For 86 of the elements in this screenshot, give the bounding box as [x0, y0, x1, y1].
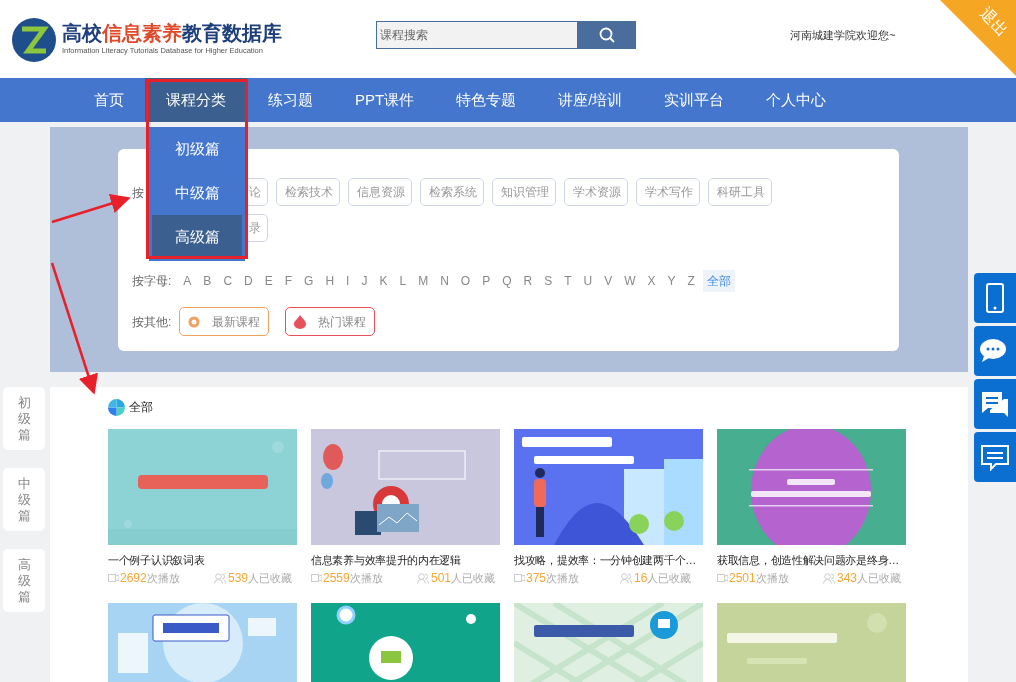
play-count: 2501次播放 [729, 571, 790, 585]
category-tag[interactable]: 知识管理 [492, 178, 556, 206]
filter-label: 按 [132, 186, 144, 200]
category-tag[interactable]: 检索系统 [420, 178, 484, 206]
float-button[interactable] [974, 273, 1016, 323]
letter-filter[interactable]: R [519, 270, 537, 292]
dropdown-item[interactable]: 中级篇 [152, 171, 242, 215]
search-button[interactable] [578, 21, 636, 49]
nav-tab[interactable]: 实训平台 [643, 78, 746, 122]
special-filter[interactable]: 热门课程 [285, 307, 376, 336]
users-icon [417, 572, 429, 584]
letter-filter[interactable]: U [579, 270, 597, 292]
video-icon [311, 574, 322, 582]
nav-tab[interactable]: 个人中心 [745, 78, 848, 122]
play-count: 2692次播放 [120, 571, 181, 585]
nav-tab[interactable]: PPT课件 [334, 78, 436, 122]
letter-filter[interactable]: N [436, 270, 453, 292]
letter-filter[interactable]: D [240, 270, 257, 292]
pie-icon [108, 398, 125, 416]
special-filter[interactable]: 最新课程 [179, 307, 270, 336]
letter-filter[interactable]: M [414, 270, 433, 292]
letter-filter[interactable]: C [219, 270, 237, 292]
letter-filter[interactable]: V [600, 270, 617, 292]
video-icon [108, 574, 119, 582]
category-tag[interactable]: 信息资源 [348, 178, 412, 206]
dropdown-item[interactable]: 高级篇 [152, 215, 242, 259]
nav-tab[interactable]: 练习题 [247, 78, 334, 122]
letter-filter[interactable]: Q [498, 270, 516, 292]
users-icon [823, 572, 835, 584]
badge-icon [188, 315, 201, 328]
letter-filter[interactable]: H [321, 270, 339, 292]
video-icon [514, 574, 525, 582]
section-title: 全部 [129, 399, 153, 416]
letter-filter[interactable]: Z [683, 270, 699, 292]
favorite-count: 539人已收藏 [228, 571, 293, 585]
site-title: 高校信息素养教育数据库 [62, 21, 282, 46]
letter-filter[interactable]: F [280, 270, 297, 292]
search-field[interactable]: 课程搜索 [376, 21, 578, 49]
users-icon [214, 572, 226, 584]
favorite-count: 501人已收藏 [431, 571, 496, 585]
favorite-count: 16人已收藏 [634, 571, 692, 585]
letter-filter[interactable]: T [560, 270, 576, 292]
course-title[interactable]: 信息素养与效率提升的内在逻辑 [311, 552, 461, 568]
letter-filter[interactable]: G [300, 270, 318, 292]
letter-filter[interactable]: S [540, 270, 557, 292]
float-button[interactable] [974, 432, 1016, 482]
letter-filter[interactable]: W [620, 270, 640, 292]
category-tag[interactable]: 科研工具 [708, 178, 772, 206]
nav-tab[interactable]: 特色专题 [435, 78, 538, 122]
level-tab[interactable]: 中级篇 [3, 468, 45, 531]
category-tag[interactable]: 学术写作 [636, 178, 700, 206]
logout-ribbon[interactable]: 退出 [940, 0, 1016, 76]
search-icon [599, 27, 615, 43]
course-title[interactable]: 一个例子认识叙词表 [108, 552, 205, 568]
letter-filter[interactable]: B [199, 270, 216, 292]
letter-filter[interactable]: 全部 [702, 270, 735, 292]
nav-tab[interactable]: 讲座/培训 [537, 78, 644, 122]
filter-label: 按字母: [132, 273, 172, 290]
letter-filter[interactable]: I [342, 270, 354, 292]
level-tab[interactable]: 初级篇 [3, 387, 45, 450]
float-button[interactable] [974, 326, 1016, 376]
filter-label: 按其他: [132, 313, 172, 331]
letter-filter[interactable]: A [179, 270, 196, 292]
nav-tab[interactable]: 首页 [73, 78, 145, 122]
course-title[interactable]: 获取信息，创造性解决问题亦是终身… [717, 552, 899, 568]
letter-filter[interactable]: X [643, 270, 660, 292]
nav-tab[interactable]: 课程分类 [145, 78, 247, 122]
letter-filter[interactable]: J [357, 270, 372, 292]
users-icon [620, 572, 632, 584]
letter-filter[interactable]: L [395, 270, 411, 292]
letter-filter[interactable]: P [478, 270, 495, 292]
favorite-count: 343人已收藏 [837, 571, 902, 585]
letter-filter[interactable]: K [375, 270, 392, 292]
category-tag[interactable]: 检索技术 [276, 178, 340, 206]
play-count: 2559次播放 [323, 571, 384, 585]
letter-filter[interactable]: O [456, 270, 475, 292]
play-count: 375次播放 [526, 571, 581, 585]
category-tag[interactable]: 学术资源 [564, 178, 628, 206]
float-button[interactable] [974, 379, 1016, 429]
video-icon [717, 574, 728, 582]
dropdown-item[interactable]: 初级篇 [152, 127, 242, 171]
welcome-text: 河南城建学院欢迎您~ [790, 28, 896, 43]
letter-filter[interactable]: Y [663, 270, 680, 292]
letter-filter[interactable]: E [260, 270, 277, 292]
level-tab[interactable]: 高级篇 [3, 549, 45, 612]
course-title[interactable]: 找攻略，提效率：一分钟创建两千个… [514, 552, 696, 568]
